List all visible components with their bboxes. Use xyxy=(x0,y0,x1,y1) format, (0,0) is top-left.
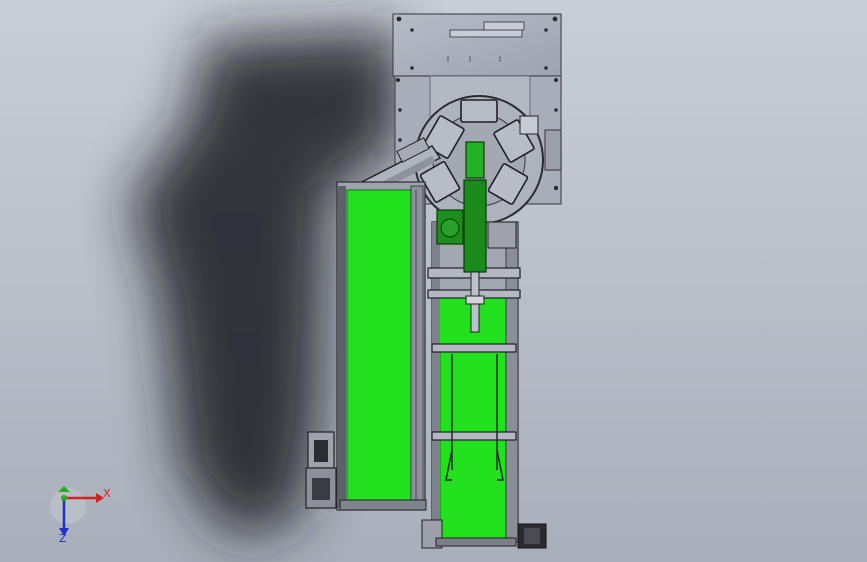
left-conveyor[interactable] xyxy=(336,181,427,511)
left-belt xyxy=(346,189,412,505)
slot-tab xyxy=(483,21,525,31)
triad-origin-shadow xyxy=(50,488,86,524)
left-side-rail xyxy=(338,186,346,508)
right-belt xyxy=(439,344,507,542)
cylinder-head xyxy=(465,141,485,179)
side-bracket xyxy=(544,129,562,171)
cylinder-mount xyxy=(487,221,517,249)
left-bottom-roller xyxy=(339,499,427,511)
right-bottom-roller xyxy=(435,537,517,547)
right-drive-motor[interactable] xyxy=(517,523,547,549)
assembly-model[interactable]: X Z xyxy=(0,0,867,562)
slot-handle xyxy=(449,29,523,38)
left-drive-motor[interactable] xyxy=(305,431,337,509)
cad-viewport[interactable]: X Z xyxy=(0,0,867,562)
triad-origin xyxy=(61,495,67,501)
pin-block xyxy=(519,115,539,135)
z-axis-label: Z xyxy=(59,532,67,545)
left-right-rail xyxy=(410,185,424,509)
cylinder-body xyxy=(463,179,487,273)
coordinate-triad: X Z xyxy=(50,486,111,545)
top-plate xyxy=(392,13,562,77)
x-axis-label: X xyxy=(103,487,111,500)
rod-clevis xyxy=(465,295,485,305)
gear-box-face xyxy=(440,218,460,238)
